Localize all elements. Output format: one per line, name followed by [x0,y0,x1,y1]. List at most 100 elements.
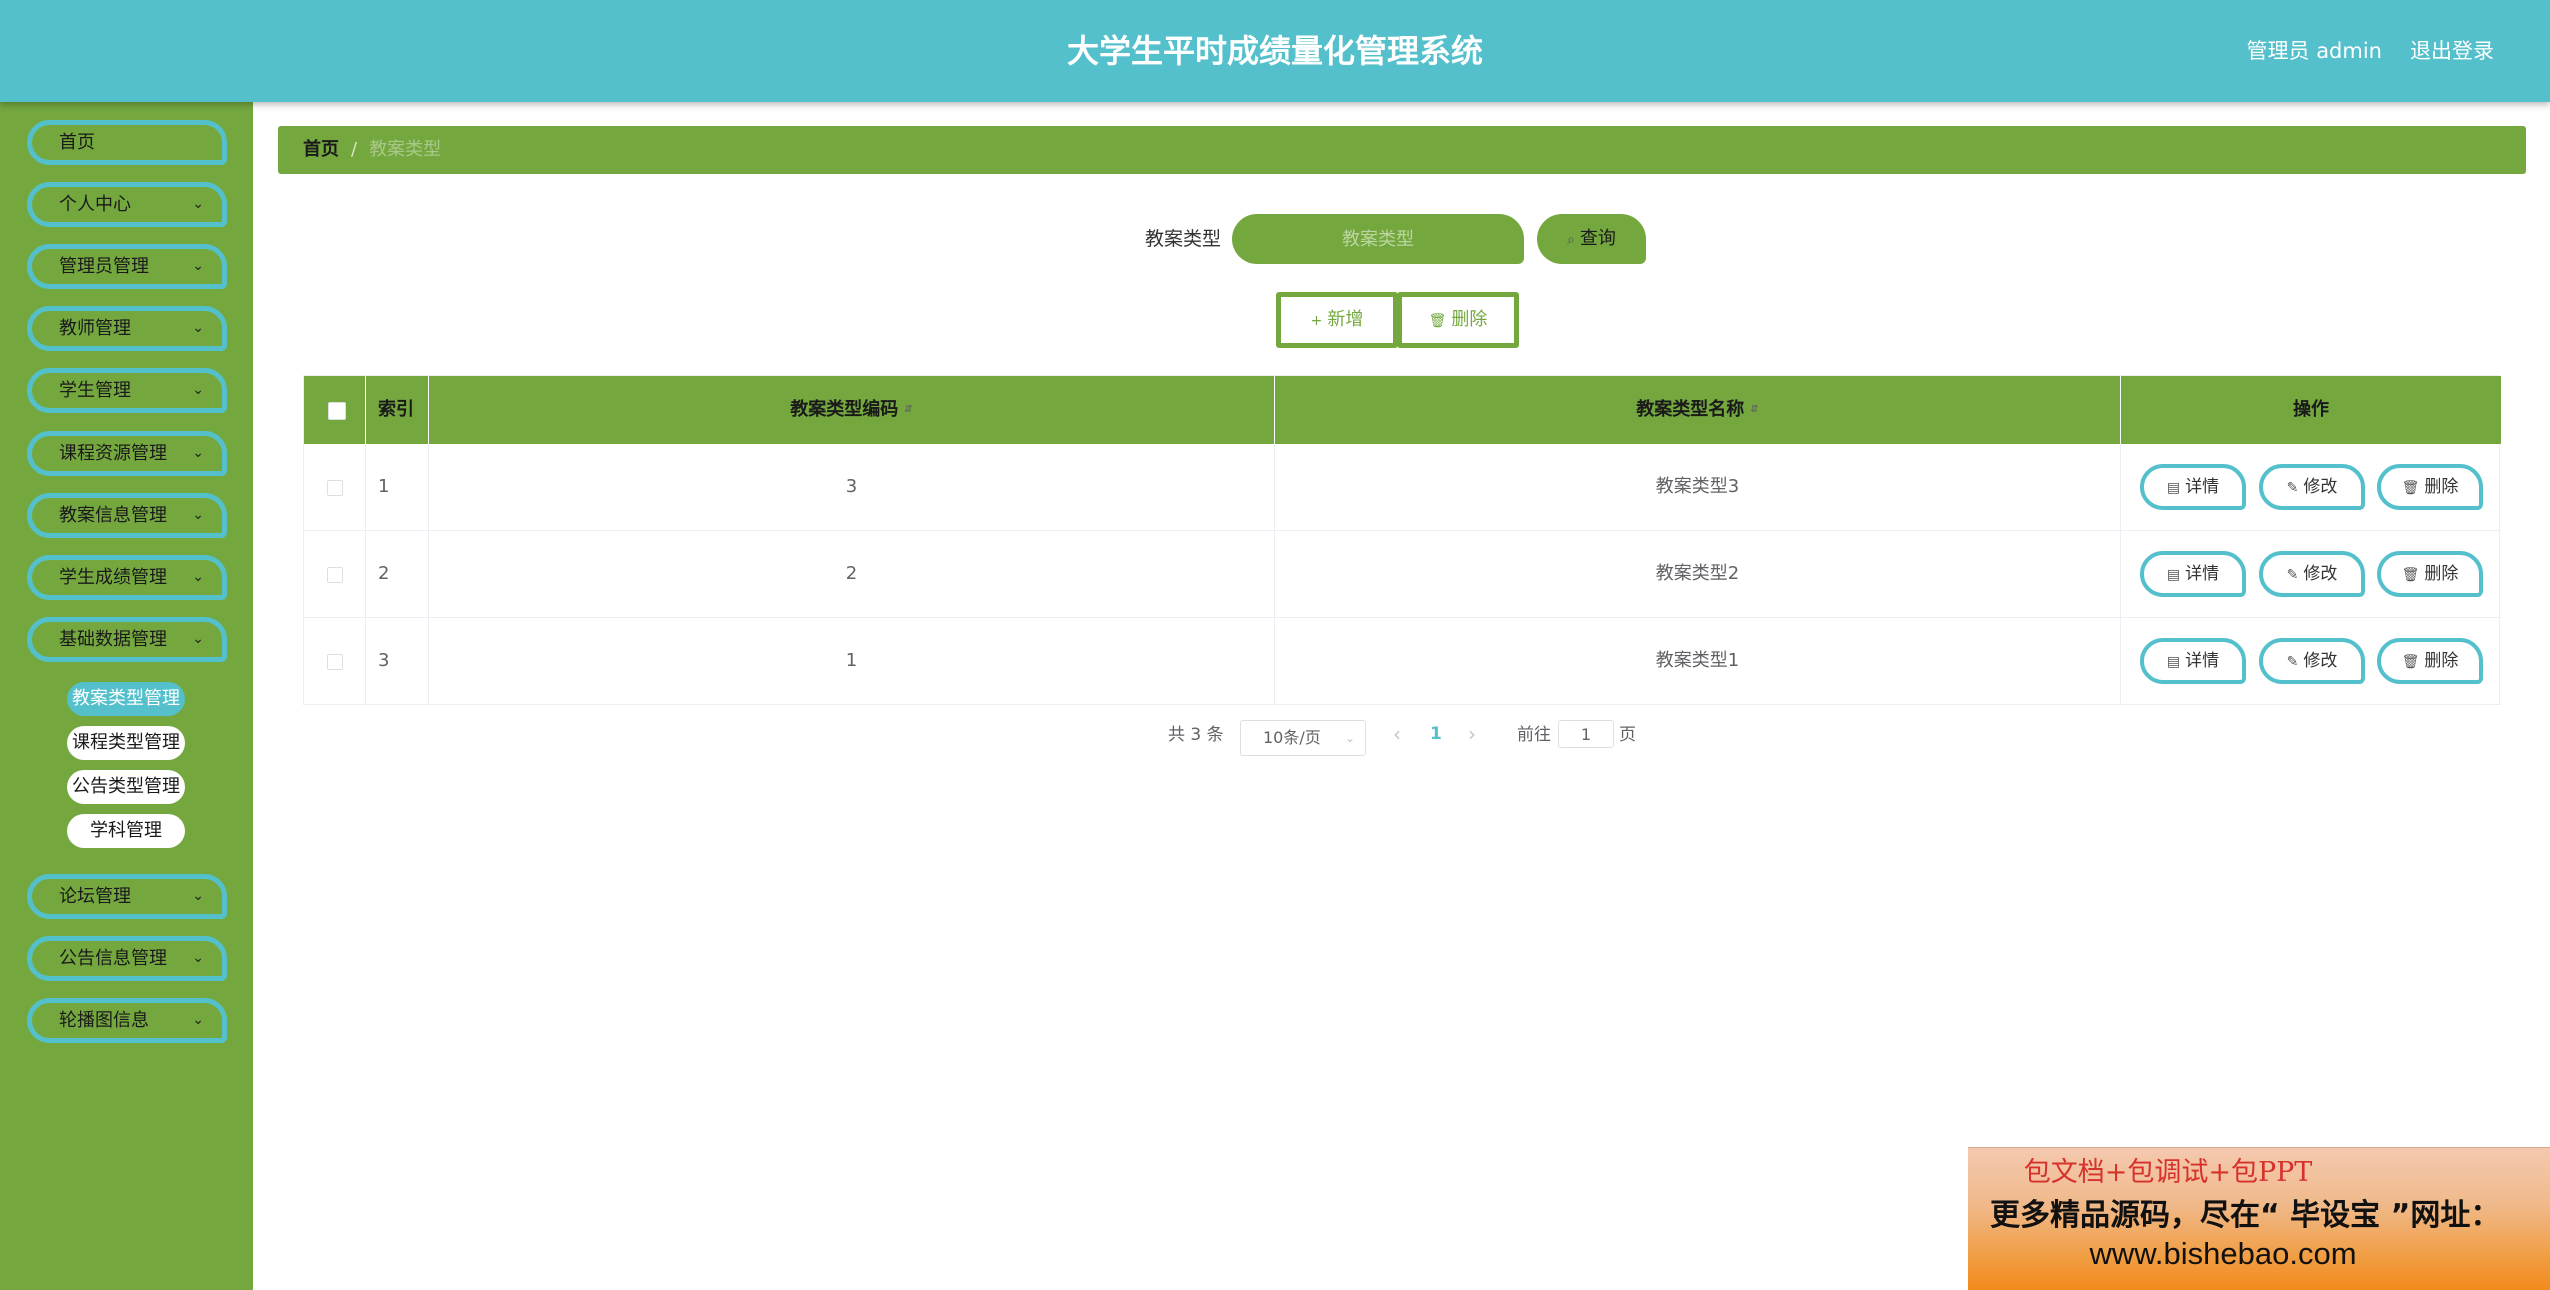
sidebar-item-label: 管理员管理 [59,256,149,277]
sidebar-item-lesson-plan[interactable]: 教案信息管理 ⌄ [27,493,227,538]
table-row: 2 2 教案类型2 ▤ 详情 ✎ 修改 🗑 删除 [304,531,2501,618]
sidebar-item-profile[interactable]: 个人中心 ⌄ [27,182,227,227]
sidebar-item-notice[interactable]: 公告信息管理 ⌄ [27,936,227,981]
page-size-value: 10条/页 [1263,728,1321,747]
column-header-name[interactable]: 教案类型名称 ⇵ [1275,376,2121,444]
sidebar-item-carousel[interactable]: 轮播图信息 ⌄ [27,998,227,1043]
sidebar-item-student[interactable]: 学生管理 ⌄ [27,368,227,413]
sidebar: 首页 个人中心 ⌄ 管理员管理 ⌄ 教师管理 ⌄ 学生管理 ⌄ 课程资源管理 ⌄… [0,102,253,1290]
plus-icon: + [1310,313,1323,329]
sort-icon[interactable]: ⇵ [904,404,912,415]
sidebar-item-label: 轮播图信息 [59,1010,149,1031]
delete-button[interactable]: 🗑 删除 [2377,638,2483,684]
delete-button[interactable]: 🗑 删除 [2377,551,2483,597]
search-button-label: 查询 [1579,228,1616,249]
document-icon: ▤ [2166,654,2181,670]
page-size-select[interactable]: 10条/页 ⌄ [1240,720,1366,756]
chevron-down-icon: ⌄ [192,258,204,274]
code-cell: 1 [429,618,1275,704]
chevron-down-icon: ⌄ [192,320,204,336]
edit-button[interactable]: ✎ 修改 [2259,464,2365,510]
submenu-notice-type[interactable]: 公告类型管理 [67,770,185,804]
sidebar-item-forum[interactable]: 论坛管理 ⌄ [27,874,227,919]
promo-url: www.bishebao.com [2089,1236,2357,1271]
page-number[interactable]: 1 [1430,722,1442,746]
select-all-checkbox[interactable] [328,402,346,420]
row-checkbox[interactable] [327,567,343,583]
edit-button[interactable]: ✎ 修改 [2259,638,2365,684]
top-header: 大学生平时成绩量化管理系统 管理员 admin 退出登录 [0,0,2550,102]
sort-icon[interactable]: ⇵ [1750,404,1758,415]
sidebar-item-course-resource[interactable]: 课程资源管理 ⌄ [27,431,227,476]
sidebar-item-label: 首页 [59,132,95,153]
goto-unit: 页 [1619,725,1636,745]
select-cell [304,618,366,704]
chevron-down-icon: ⌄ [192,1012,204,1028]
sidebar-item-teacher[interactable]: 教师管理 ⌄ [27,306,227,351]
data-table: 索引 教案类型编码 ⇵ 教案类型名称 ⇵ 操作 1 3 教案类型3 ▤ 详情 ✎ 修改 … [303,375,2501,705]
search-label: 教案类型 [1145,228,1222,250]
batch-delete-button-label: 删除 [1451,309,1488,330]
sidebar-item-basic-data[interactable]: 基础数据管理 ⌄ [27,617,227,662]
prev-page-button[interactable]: ‹ [1393,722,1401,746]
sidebar-item-label: 课程资源管理 [59,443,167,464]
promo-line2: 更多精品源码，尽在“ 毕设宝 ”网址： [1990,1198,2501,1233]
promo-line1: 包文档+包调试+包PPT [2023,1157,2313,1188]
column-header-index: 索引 [366,376,429,444]
chevron-down-icon: ⌄ [192,196,204,212]
edit-icon: ✎ [2286,654,2299,670]
add-button[interactable]: + 新增 [1276,292,1398,348]
breadcrumb-home[interactable]: 首页 [303,139,339,160]
document-icon: ▤ [2166,480,2181,496]
search-icon: ⌕ [1567,232,1575,248]
batch-delete-button[interactable]: 🗑 删除 [1397,292,1519,348]
submenu-subject[interactable]: 学科管理 [67,814,185,848]
table-header: 索引 教案类型编码 ⇵ 教案类型名称 ⇵ 操作 [304,376,2501,444]
chevron-down-icon: ⌄ [192,950,204,966]
index-cell: 3 [366,618,429,704]
goto-page-input[interactable] [1558,720,1614,748]
index-cell: 2 [366,531,429,617]
sidebar-item-label: 教师管理 [59,318,131,339]
sidebar-item-label: 论坛管理 [59,886,131,907]
trash-icon: 🗑 [2401,480,2420,496]
sidebar-item-label: 教案信息管理 [59,505,167,526]
search-button[interactable]: ⌕ 查询 [1537,214,1646,264]
chevron-down-icon: ⌄ [192,888,204,904]
document-icon: ▤ [2166,567,2181,583]
sidebar-item-grades[interactable]: 学生成绩管理 ⌄ [27,555,227,600]
detail-button[interactable]: ▤ 详情 [2140,464,2246,510]
row-checkbox[interactable] [327,480,343,496]
name-cell: 教案类型1 [1275,618,2121,704]
submenu-lesson-type[interactable]: 教案类型管理 [67,682,185,716]
row-checkbox[interactable] [327,654,343,670]
chevron-down-icon: ⌄ [192,382,204,398]
sidebar-item-label: 公告信息管理 [59,948,167,969]
trash-icon: 🗑 [2401,567,2420,583]
edit-button[interactable]: ✎ 修改 [2259,551,2365,597]
index-cell: 1 [366,444,429,530]
detail-button[interactable]: ▤ 详情 [2140,551,2246,597]
trash-icon: 🗑 [2401,654,2420,670]
table-row: 3 1 教案类型1 ▤ 详情 ✎ 修改 🗑 删除 [304,618,2501,705]
trash-icon: 🗑 [1428,313,1447,329]
submenu-course-type[interactable]: 课程类型管理 [67,726,185,760]
delete-button[interactable]: 🗑 删除 [2377,464,2483,510]
column-header-code[interactable]: 教案类型编码 ⇵ [429,376,1275,444]
next-page-button[interactable]: › [1468,722,1476,746]
chevron-down-icon: ⌄ [192,569,204,585]
edit-button-label: 修改 [2303,564,2338,584]
logout-link[interactable]: 退出登录 [2410,0,2494,102]
sidebar-item-label: 个人中心 [59,194,131,215]
chevron-down-icon: ⌄ [192,445,204,461]
sidebar-item-admin[interactable]: 管理员管理 ⌄ [27,244,227,289]
sidebar-item-home[interactable]: 首页 [27,120,227,165]
detail-button[interactable]: ▤ 详情 [2140,638,2246,684]
breadcrumb-current: 教案类型 [369,139,442,160]
pagination-total: 共 3 条 [1168,725,1224,745]
delete-button-label: 删除 [2424,477,2459,497]
header-select-cell [304,376,366,444]
current-user: 管理员 admin [2246,39,2382,63]
search-input[interactable] [1232,214,1524,264]
breadcrumb: 首页 / 教案类型 [278,126,2526,174]
